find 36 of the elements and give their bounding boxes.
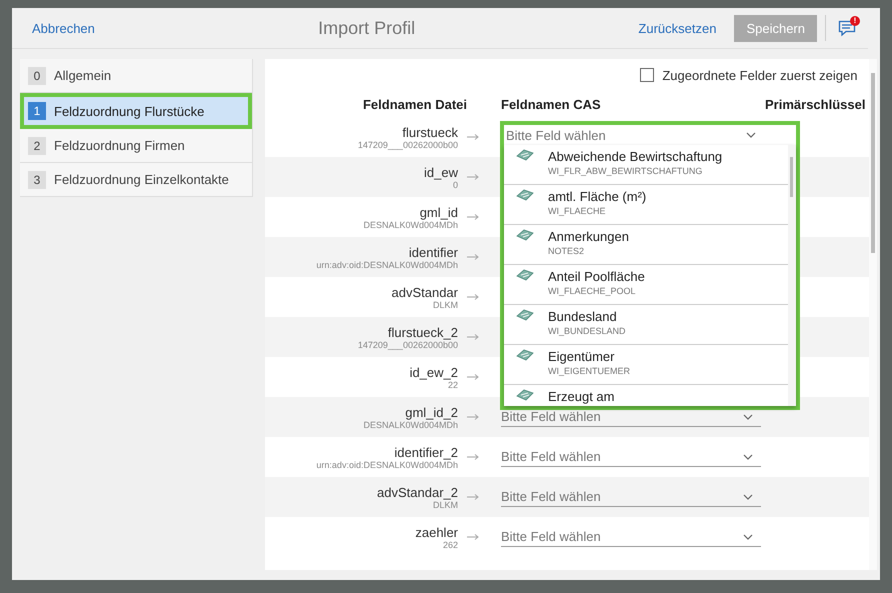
notification-badge: ! [850,16,860,26]
field-name: gml_id_2 [405,404,458,420]
field-name: flurstueck_2 [388,324,458,340]
dialog-title: Import Profil [317,18,416,38]
step-number: 2 [28,136,46,154]
field-name: zaehler [415,524,458,540]
field-name: gml_id [420,204,458,220]
field-name: identifier_2 [394,444,458,460]
field-name: id_ew [424,164,458,180]
step-label: Feldzuordnung Einzelkontakte [54,172,229,187]
step-label: Feldzuordnung Flurstücke [54,104,204,118]
step-label: Feldzuordnung Firmen [54,138,185,153]
field-name: id_ew_2 [410,364,458,380]
field-name: advStandar_2 [377,484,458,500]
column-header: Feldnamen CAS [501,96,601,112]
step-number: 3 [28,170,46,188]
checkbox-label: Zugeordnete Felder zuerst zeigen [662,68,858,82]
field-sample-value: DLKM [432,500,458,510]
field-sample-value: DESNALK0Wd004MDh [363,220,458,230]
field-sample-value: urn:adv:oid:DESNALK0Wd004MDh [316,260,458,270]
field-sample-value: urn:adv:oid:DESNALK0Wd004MDh [316,460,458,470]
column-header: Feldnamen Datei [362,96,467,112]
field-sample-value: 0 [452,180,458,190]
column-header: Primärschlüssel [765,96,866,112]
step-number: 0 [28,66,46,84]
field-name: flurstueck [402,124,458,140]
step-number: 1 [28,102,46,120]
field-sample-value: 22 [448,380,458,390]
field-sample-value: DESNALK0Wd004MDh [363,420,458,430]
field-sample-value: 147209___00262000b00 [358,340,458,350]
field-sample-value: 147209___00262000b00 [358,140,458,150]
field-sample-value: 262 [442,540,458,550]
step-label: Allgemein [54,68,112,83]
field-name: identifier [408,244,458,260]
field-name: advStandar [392,284,458,300]
field-sample-value: DLKM [432,300,458,310]
